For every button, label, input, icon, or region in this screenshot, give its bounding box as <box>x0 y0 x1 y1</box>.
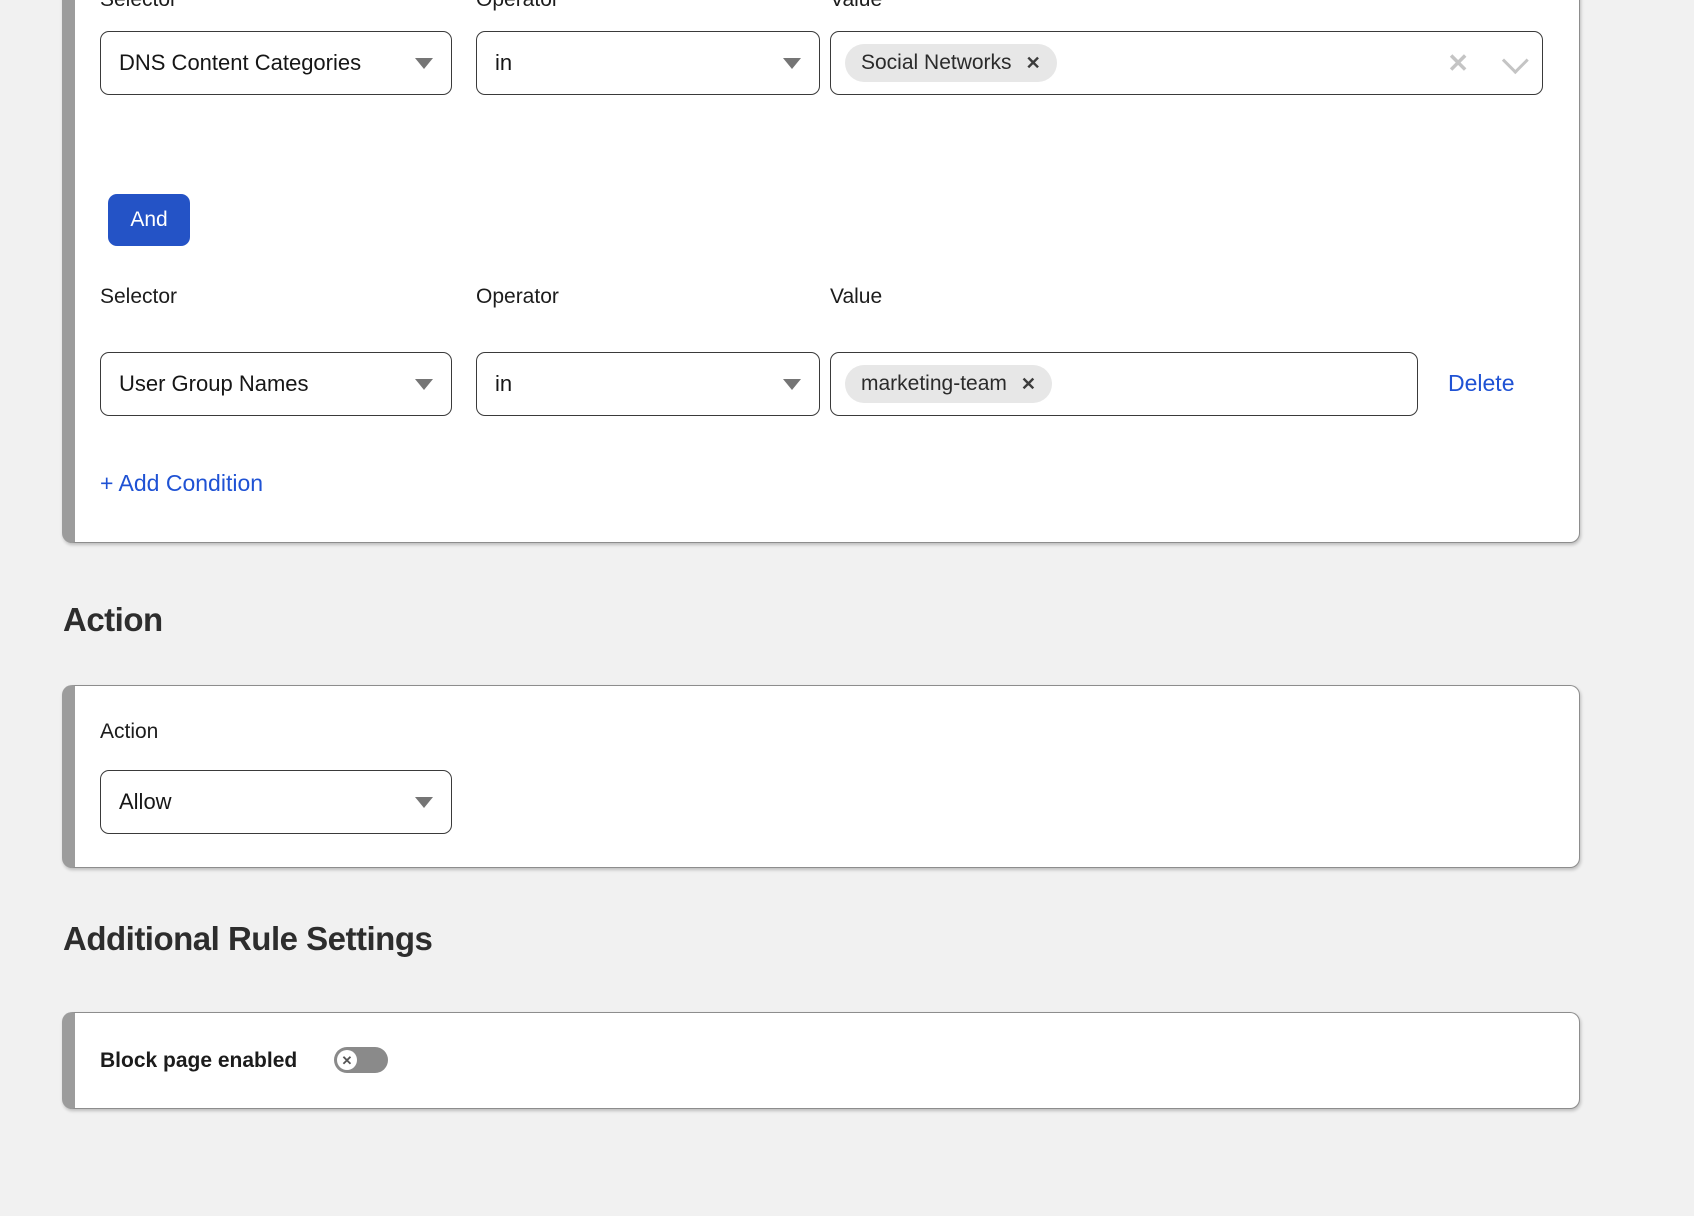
chevron-down-icon <box>783 379 801 390</box>
operator-label-row2: Operator <box>476 285 559 309</box>
block-page-label: Block page enabled <box>100 1049 297 1073</box>
value-tag: Social Networks ✕ <box>845 44 1057 82</box>
chevron-down-icon[interactable] <box>1502 47 1529 74</box>
chevron-down-icon <box>415 58 433 69</box>
action-section-heading: Action <box>63 601 163 639</box>
operator-dropdown-row1[interactable]: in <box>476 31 820 95</box>
value-label-row2: Value <box>830 285 882 309</box>
chevron-down-icon <box>783 58 801 69</box>
value-tag-text: Social Networks <box>861 51 1012 75</box>
selector-label-row1: Selector <box>100 0 177 12</box>
operator-label-row1: Operator <box>476 0 559 12</box>
selector-dropdown-row1-value: DNS Content Categories <box>119 50 403 76</box>
gateway-policy-builder-page: Selector Operator Value DNS Content Cate… <box>0 0 1694 1216</box>
remove-tag-icon[interactable]: ✕ <box>1021 375 1036 393</box>
additional-settings-heading: Additional Rule Settings <box>63 920 432 958</box>
add-condition-link[interactable]: + Add Condition <box>100 470 263 497</box>
operator-dropdown-row2[interactable]: in <box>476 352 820 416</box>
chevron-down-icon <box>415 379 433 390</box>
action-dropdown[interactable]: Allow <box>100 770 452 834</box>
selector-dropdown-row1[interactable]: DNS Content Categories <box>100 31 452 95</box>
value-tag-text: marketing-team <box>861 372 1007 396</box>
operator-dropdown-row2-value: in <box>495 371 771 397</box>
and-button[interactable]: And <box>108 194 190 246</box>
value-multiselect-row1[interactable]: Social Networks ✕ ✕ <box>830 31 1543 95</box>
delete-condition-link[interactable]: Delete <box>1448 370 1514 397</box>
block-page-toggle[interactable]: ✕ <box>334 1047 388 1073</box>
chevron-down-icon <box>415 797 433 808</box>
action-dropdown-value: Allow <box>119 789 403 815</box>
action-field-label: Action <box>100 720 158 744</box>
value-label-row1: Value <box>830 0 882 12</box>
operator-dropdown-row1-value: in <box>495 50 771 76</box>
remove-tag-icon[interactable]: ✕ <box>1026 54 1041 72</box>
selector-dropdown-row2[interactable]: User Group Names <box>100 352 452 416</box>
selector-label-row2: Selector <box>100 285 177 309</box>
toggle-off-x-icon: ✕ <box>337 1050 357 1070</box>
clear-all-icon[interactable]: ✕ <box>1447 50 1469 76</box>
value-multiselect-row2[interactable]: marketing-team ✕ <box>830 352 1418 416</box>
value-tag: marketing-team ✕ <box>845 365 1052 403</box>
multiselect-controls: ✕ <box>1447 50 1528 76</box>
selector-dropdown-row2-value: User Group Names <box>119 371 403 397</box>
